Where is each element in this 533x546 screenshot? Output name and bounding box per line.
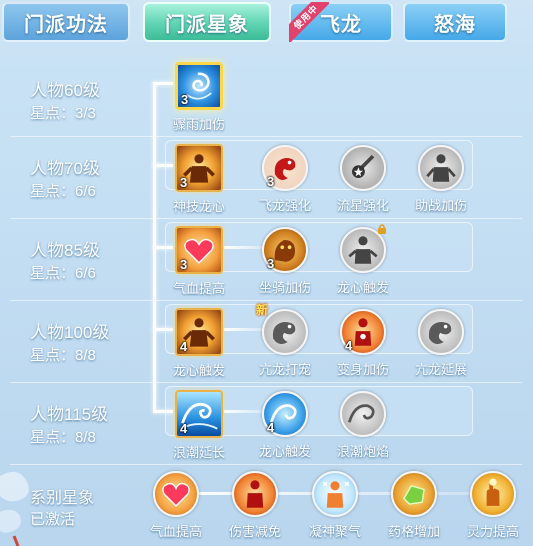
divider xyxy=(10,136,522,137)
skill-slot[interactable]: 4 变身加伤 xyxy=(333,308,393,378)
skill-name: 变身加伤 xyxy=(336,362,389,377)
skill-slot[interactable]: 3 气血提高 xyxy=(169,226,229,297)
skill-name: 伤害减免 xyxy=(228,524,281,539)
water-swirl-icon: 3 xyxy=(175,62,223,110)
skill-name: 浪潮延长 xyxy=(172,445,225,460)
skill-slot[interactable]: 4 龙心触发 xyxy=(255,390,315,460)
faction-skill-slot[interactable]: 药格增加 xyxy=(384,470,444,540)
gray-dragon-icon: 新 xyxy=(256,303,308,355)
skill-name: 飞龙强化 xyxy=(258,198,311,213)
red-figure-icon: 4 xyxy=(340,309,386,355)
skill-name: 气血提高 xyxy=(172,281,225,296)
tab-sect-skills[interactable]: 门派功法 xyxy=(2,2,130,42)
level-title: 人物70级 xyxy=(30,159,100,178)
skill-slot[interactable]: 助战加伤 xyxy=(411,144,471,214)
tab-label: 怒海 xyxy=(434,13,476,36)
tab-feilong[interactable]: 使用中 飞龙 xyxy=(289,2,393,42)
snow-figure-icon xyxy=(312,471,358,517)
glowing-warrior-icon: 3 xyxy=(175,144,223,192)
skill-slot[interactable]: 4 龙心触发 xyxy=(169,308,229,379)
new-badge: 新 xyxy=(256,303,269,317)
heart-icon xyxy=(153,471,199,517)
level-title: 人物115级 xyxy=(30,405,109,424)
red-dragon-icon: 3 xyxy=(262,145,308,191)
level-title: 人物100级 xyxy=(30,323,110,342)
faction-skill-slot[interactable]: 凝神聚气 xyxy=(305,470,365,540)
level-stars: 星点：6/6 xyxy=(30,265,96,282)
golden-beast-icon: 3 xyxy=(262,227,308,273)
skill-name: 坐骑加伤 xyxy=(258,280,311,295)
gray-wave-icon xyxy=(340,391,386,437)
skill-slot[interactable]: 亢龙延展 xyxy=(411,308,471,378)
skill-name: 亢龙延展 xyxy=(414,362,467,377)
wave-circle-icon: 4 xyxy=(262,391,308,437)
skill-name: 药格增加 xyxy=(387,524,440,539)
skill-slot[interactable]: 3 坐骑加伤 xyxy=(255,226,315,296)
level-title: 人物85级 xyxy=(30,241,100,260)
skill-name: 龙心触发 xyxy=(172,363,225,378)
skill-slot[interactable]: 3 飞龙强化 xyxy=(255,144,315,214)
skill-name: 灵力提高 xyxy=(466,524,519,539)
skill-name: 助战加伤 xyxy=(414,198,467,213)
gray-figure-icon xyxy=(418,145,464,191)
skill-name: 亢龙打宠 xyxy=(258,362,311,377)
green-gem-icon xyxy=(391,471,437,517)
skill-slot[interactable]: 龙心触发 xyxy=(333,224,393,296)
skill-slot[interactable]: 3 神技龙心 xyxy=(169,144,229,215)
tab-label: 门派功法 xyxy=(24,13,108,36)
skill-name: 气血提高 xyxy=(149,524,202,539)
level-stars: 星点：6/6 xyxy=(30,183,96,200)
in-use-ribbon: 使用中 xyxy=(289,2,329,42)
gray-dragon-icon xyxy=(418,309,464,355)
locked-figure-icon xyxy=(340,224,386,273)
constellation-panel: 人物60级 星点：3/3 人物70级 星点：6/6 人物85级 星点：6/6 人… xyxy=(0,56,533,546)
skill-name: 凝神聚气 xyxy=(308,524,361,539)
level-stars: 星点：8/8 xyxy=(30,429,96,446)
skill-name: 流星强化 xyxy=(336,198,389,213)
wave-icon: 4 xyxy=(175,390,223,438)
skill-name: 浪潮炮焰 xyxy=(336,444,389,459)
divider xyxy=(10,382,522,383)
faction-skill-slot[interactable]: 伤害减免 xyxy=(225,470,285,540)
meteor-icon xyxy=(340,145,386,191)
skill-name: 神技龙心 xyxy=(172,199,225,214)
skill-slot[interactable]: 4 浪潮延长 xyxy=(169,390,229,461)
glowing-warrior-icon: 4 xyxy=(175,308,223,356)
divider xyxy=(10,218,522,219)
skill-slot[interactable]: 浪潮炮焰 xyxy=(333,390,393,460)
skill-slot[interactable]: 3 骤雨加伤 xyxy=(169,62,229,133)
skill-slot[interactable]: 流星强化 xyxy=(333,144,393,214)
heart-icon: 3 xyxy=(175,226,223,274)
tab-sect-constellation[interactable]: 门派星象 xyxy=(143,2,271,42)
level-title: 人物60级 xyxy=(30,81,100,100)
lock-icon xyxy=(378,224,386,234)
faction-skill-slot[interactable]: 气血提高 xyxy=(146,470,206,540)
level-stars: 星点：8/8 xyxy=(30,347,96,364)
tab-nuhai[interactable]: 怒海 xyxy=(403,2,507,42)
divider xyxy=(10,464,522,465)
red-figure-icon xyxy=(232,471,278,517)
skill-name: 骤雨加伤 xyxy=(172,117,225,132)
activation-status: 已激活 xyxy=(30,511,76,528)
faction-constellation-title: 系别星象 xyxy=(30,490,95,507)
skill-name: 龙心触发 xyxy=(336,280,389,295)
tab-bar: 门派功法 门派星象 使用中 飞龙 怒海 xyxy=(0,0,533,48)
faction-skill-slot[interactable]: 灵力提高 xyxy=(463,470,523,540)
level-stars: 星点：3/3 xyxy=(30,105,96,122)
skill-slot[interactable]: 新 亢龙打宠 xyxy=(255,303,315,378)
skill-name: 龙心触发 xyxy=(258,444,311,459)
tab-label: 门派星象 xyxy=(165,13,249,36)
golden-hand-icon xyxy=(470,471,516,517)
